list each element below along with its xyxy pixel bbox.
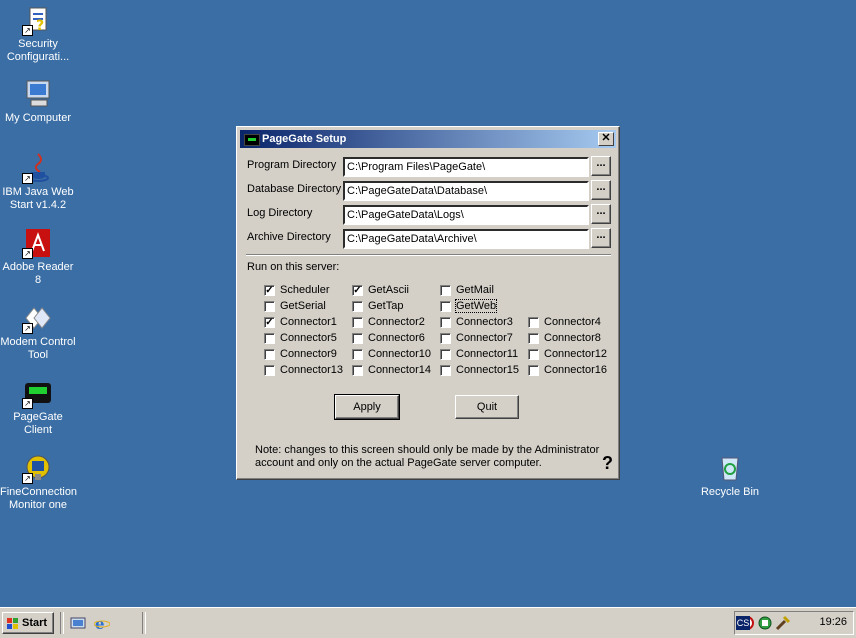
checkbox-box xyxy=(528,365,539,376)
checkbox-box xyxy=(352,317,363,328)
checkbox-box: ✓ xyxy=(352,285,363,296)
desktop-icon-adobe-reader[interactable]: ↗ Adobe Reader 8 xyxy=(0,227,76,287)
archive-directory-label: Archive Directory xyxy=(247,231,331,243)
checkbox-box xyxy=(352,349,363,360)
taskbar-divider xyxy=(142,612,146,634)
log-directory-input[interactable] xyxy=(343,205,589,225)
archive-directory-browse-button[interactable]: ... xyxy=(591,228,611,248)
checkbox-box xyxy=(352,365,363,376)
desktop-icon-recycle-bin[interactable]: Recycle Bin xyxy=(692,452,768,499)
desktop-icon-modem-control[interactable]: ↗ Modem Control Tool xyxy=(0,302,76,362)
desktop-icon-security-config[interactable]: ? ↗ Security Configurati... xyxy=(0,4,76,64)
shortcut-arrow-icon: ↗ xyxy=(22,473,33,484)
clock[interactable]: 19:26 xyxy=(819,616,847,628)
quit-button[interactable]: Quit xyxy=(455,395,519,419)
checkbox-box xyxy=(528,333,539,344)
checkbox-box xyxy=(264,301,275,312)
internet-explorer-icon[interactable]: e xyxy=(93,615,111,633)
shortcut-arrow-icon: ↗ xyxy=(22,323,33,334)
checkbox-box xyxy=(264,365,275,376)
desktop-icon-label: Security Configurati... xyxy=(6,38,70,63)
adobe-reader-icon: ↗ xyxy=(22,227,54,259)
desktop-icon-label: PageGate Client xyxy=(13,411,63,436)
svg-text:e: e xyxy=(95,615,105,631)
checkbox-box xyxy=(440,333,451,344)
program-directory-browse-button[interactable]: ... xyxy=(591,156,611,176)
pager-icon xyxy=(244,134,260,146)
dialog-titlebar[interactable]: PageGate Setup ✕ xyxy=(240,130,616,148)
modem-icon: ↗ xyxy=(22,302,54,334)
database-directory-browse-button[interactable]: ... xyxy=(591,180,611,200)
tray-tools-icon[interactable] xyxy=(775,615,791,634)
windows-flag-icon xyxy=(7,617,19,629)
database-directory-input[interactable] xyxy=(343,181,589,201)
shortcut-arrow-icon: ↗ xyxy=(22,248,33,259)
checkbox-box xyxy=(440,285,451,296)
desktop-icon-label: FineConnection Monitor one xyxy=(0,486,78,511)
checkbox-box xyxy=(440,365,451,376)
language-indicator[interactable]: CS xyxy=(736,616,750,630)
shortcut-arrow-icon: ↗ xyxy=(22,398,33,409)
database-directory-label: Database Directory xyxy=(247,183,342,195)
desktop-icon-label: IBM Java Web Start v1.4.2 xyxy=(2,186,74,211)
desktop-icon-label: My Computer xyxy=(4,112,72,124)
monitor-icon: ↗ xyxy=(22,452,54,484)
log-directory-label: Log Directory xyxy=(247,207,313,219)
log-directory-browse-button[interactable]: ... xyxy=(591,204,611,224)
desktop-icon-pagegate-client[interactable]: ↗ PageGate Client xyxy=(0,377,76,437)
start-button[interactable]: Start xyxy=(2,612,54,634)
admin-note: Note: changes to this screen should only… xyxy=(255,444,600,469)
close-icon: ✕ xyxy=(601,132,611,144)
desktop-icon-label: Modem Control Tool xyxy=(0,336,76,361)
security-config-icon: ? ↗ xyxy=(22,4,54,36)
desktop-icon-my-computer[interactable]: My Computer xyxy=(0,78,76,125)
archive-directory-input[interactable] xyxy=(343,229,589,249)
system-tray: 19:26 xyxy=(734,611,854,635)
tray-network-icon[interactable] xyxy=(757,615,773,634)
svg-text:?: ? xyxy=(36,18,44,34)
program-directory-input[interactable] xyxy=(343,157,589,177)
taskbar-divider xyxy=(60,612,64,634)
shortcut-arrow-icon: ↗ xyxy=(22,173,33,184)
apply-button[interactable]: Apply xyxy=(334,394,400,420)
shortcut-arrow-icon: ↗ xyxy=(22,25,33,36)
checkbox-box: ✓ xyxy=(264,285,275,296)
checkbox-box xyxy=(440,349,451,360)
checkbox-box xyxy=(264,349,275,360)
checkbox-box: ✓ xyxy=(264,317,275,328)
taskbar: Start e 19:26 xyxy=(0,607,856,638)
show-desktop-icon[interactable] xyxy=(70,615,86,631)
recycle-bin-icon xyxy=(714,452,746,484)
checkbox-box xyxy=(440,301,451,312)
pager-icon: ↗ xyxy=(22,377,54,409)
desktop-icon-label: Adobe Reader 8 xyxy=(2,261,74,286)
dialog-title: PageGate Setup xyxy=(262,133,347,145)
divider xyxy=(246,254,611,256)
checkbox-box xyxy=(528,349,539,360)
pagegate-setup-dialog: PageGate Setup ✕ Program Directory ... D… xyxy=(236,126,620,480)
checkbox-box xyxy=(440,317,451,328)
checkbox-box xyxy=(352,301,363,312)
program-directory-label: Program Directory xyxy=(247,159,337,171)
checkbox-box xyxy=(264,333,275,344)
close-button[interactable]: ✕ xyxy=(598,132,614,146)
checkbox-box xyxy=(528,317,539,328)
desktop-icon-java[interactable]: ↗ IBM Java Web Start v1.4.2 xyxy=(0,152,76,212)
desktop-icon-fineconnection[interactable]: ↗ FineConnection Monitor one xyxy=(0,452,78,512)
help-icon[interactable]: ? xyxy=(602,453,613,474)
java-icon: ↗ xyxy=(22,152,54,184)
checkbox-box xyxy=(352,333,363,344)
desktop-icon-label: Recycle Bin xyxy=(700,486,760,498)
run-on-server-label: Run on this server: xyxy=(247,261,340,273)
my-computer-icon xyxy=(22,78,54,110)
